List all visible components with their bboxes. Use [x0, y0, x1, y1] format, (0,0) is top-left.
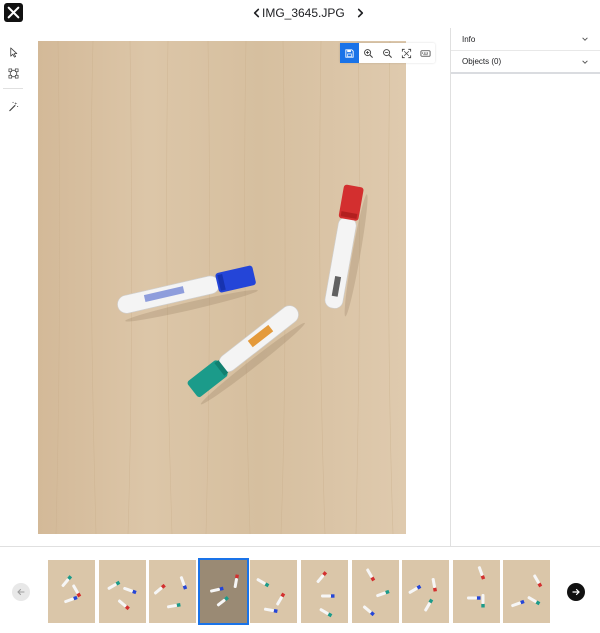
thumbnail[interactable] — [301, 560, 348, 623]
thumbnail[interactable] — [402, 560, 450, 623]
arrow-right-icon — [572, 588, 580, 596]
thumbnail[interactable] — [503, 560, 551, 623]
magic-wand-icon — [8, 101, 18, 111]
previous-image-button[interactable] — [249, 4, 263, 22]
annotated-photo[interactable] — [38, 41, 406, 534]
thumbnail-image — [402, 560, 450, 623]
photo-markers-on-wood — [38, 41, 406, 534]
bounding-box-tool-button[interactable] — [3, 64, 23, 82]
filmstrip-next-button[interactable] — [567, 583, 585, 601]
top-bar: IMG_3645.JPG — [0, 0, 600, 28]
thumbnail-image — [250, 560, 298, 623]
thumbnail-image — [301, 560, 348, 623]
thumbnail[interactable] — [197, 558, 249, 625]
thumbnail[interactable] — [452, 560, 500, 623]
thumbnail[interactable] — [250, 560, 298, 623]
bounding-box-icon — [8, 68, 18, 78]
zoom-in-button[interactable] — [359, 43, 378, 63]
toolbar-divider — [3, 88, 23, 89]
image-canvas[interactable] — [28, 28, 449, 546]
close-button[interactable] — [4, 3, 23, 22]
save-button[interactable] — [340, 43, 359, 63]
zoom-out-button[interactable] — [378, 43, 397, 63]
objects-section-label: Objects (0) — [462, 57, 502, 66]
arrow-left-icon — [17, 588, 25, 596]
thumbnail-image — [98, 560, 146, 623]
details-panel: Info Objects (0) — [450, 28, 600, 546]
thumbnail-image — [149, 560, 197, 623]
fit-screen-icon — [401, 48, 412, 58]
zoom-in-icon — [364, 48, 374, 58]
info-section-label: Info — [462, 34, 476, 44]
image-title: IMG_3645.JPG — [262, 6, 345, 20]
image-toolbar — [340, 43, 435, 63]
next-image-button[interactable] — [353, 4, 367, 22]
save-icon — [345, 48, 354, 58]
close-icon — [7, 6, 20, 19]
thumbnail[interactable] — [48, 560, 95, 623]
image-filmstrip — [0, 546, 600, 633]
chevron-right-icon — [357, 8, 363, 18]
keyboard-icon — [420, 49, 431, 57]
thumbnail[interactable] — [98, 560, 146, 623]
thumbnail[interactable] — [149, 560, 197, 623]
objects-section-header[interactable]: Objects (0) — [451, 51, 600, 74]
fit-to-screen-button[interactable] — [397, 43, 416, 63]
auto-annotate-tool-button[interactable] — [3, 97, 23, 115]
chevron-down-icon — [582, 59, 588, 64]
thumbnail-image — [199, 560, 247, 623]
chevron-left-icon — [253, 8, 259, 18]
chevron-down-icon — [582, 37, 588, 41]
zoom-out-icon — [383, 48, 393, 58]
thumbnail-image — [452, 560, 500, 623]
annotation-toolbar — [3, 43, 23, 118]
info-section-header[interactable]: Info — [451, 28, 600, 51]
thumbnail-image — [503, 560, 551, 623]
thumbnail-image — [351, 560, 399, 623]
thumbnail[interactable] — [351, 560, 399, 623]
select-tool-button[interactable] — [3, 43, 23, 61]
cursor-icon — [9, 47, 17, 57]
keyboard-shortcuts-button[interactable] — [416, 43, 435, 63]
filmstrip-previous-button[interactable] — [12, 583, 30, 601]
thumbnail-image — [48, 560, 95, 623]
